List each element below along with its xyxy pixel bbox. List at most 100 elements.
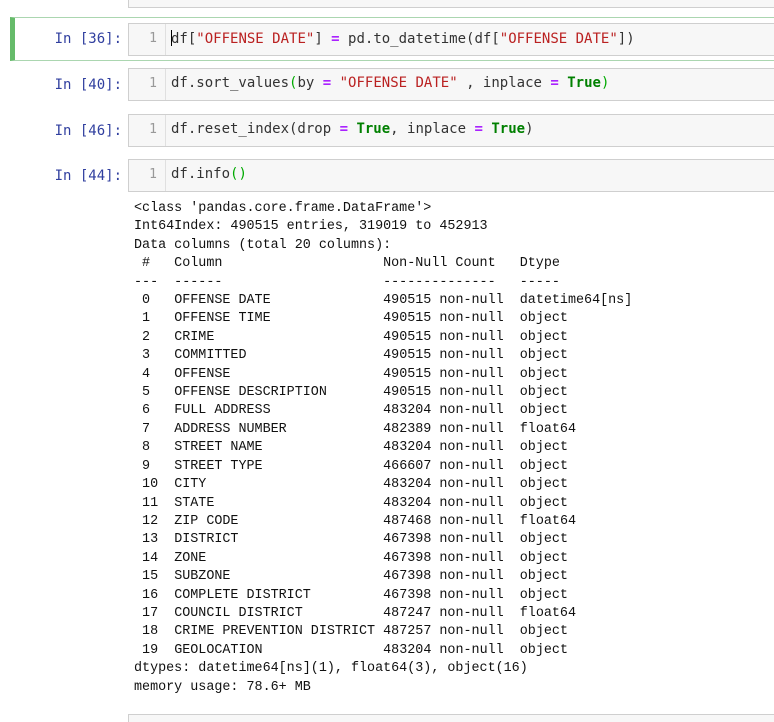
line-number: 1 [149,31,157,46]
column-name: FULL ADDRESS [174,403,271,419]
column-dtype: object [519,624,568,640]
column-name: STATE [174,495,215,511]
column-dtype: object [519,440,568,456]
column-index: 18 [134,624,175,640]
column-dtype: float64 [519,605,576,621]
code-cell-40[interactable]: In [40]: 1 df.sort_values(by = "OFFENSE … [10,64,774,110]
column-row: 8 STREET NAME 483204 non-null object [134,440,568,455]
line-number: 1 [149,167,157,182]
column-index: 9 [134,458,175,474]
column-index: 17 [134,605,175,621]
output-line: Int64Index: 490515 entries, 319019 to 45… [134,219,488,235]
output-line: dtypes: datetime64[ns](1), float64(3), o… [134,661,528,677]
column-dtype: object [519,403,568,419]
column-count: 483204 non-null [383,495,504,511]
output-line: Data columns (total 20 columns): [134,237,392,253]
column-count: 483204 non-null [383,477,504,493]
line-number: 1 [149,122,157,137]
column-count: 467398 non-null [383,532,504,548]
column-table-rows: 0 OFFENSE DATE 490515 non-null datetime6… [134,293,632,658]
column-count: 487468 non-null [383,513,504,529]
column-index: 5 [134,385,175,401]
column-name: CRIME [174,329,215,345]
column-count: 490515 non-null [383,293,504,309]
column-index: 2 [134,329,175,345]
column-index: 7 [134,421,175,437]
input-prompt: In [36]: [54,31,122,47]
code-cell-46[interactable]: In [46]: 1 df.reset_index(drop = True, i… [10,110,774,156]
column-row: 4 OFFENSE 490515 non-null object [134,367,568,382]
column-row: 13 DISTRICT 467398 non-null object [134,532,568,547]
code-text[interactable]: df["OFFENSE DATE"] = pd.to_datetime(df["… [171,30,635,47]
column-count: 466607 non-null [383,458,504,474]
column-count: 490515 non-null [383,348,504,364]
code-text[interactable]: df.reset_index(drop = True, inplace = Tr… [171,121,534,137]
code-editor[interactable]: 1 df.sort_values(by = "OFFENSE DATE" , i… [128,68,774,101]
column-dtype: object [519,329,568,345]
column-index: 12 [134,513,175,529]
code-cell-44[interactable]: In [44]: 1 df.info() [10,155,774,201]
code-editor[interactable]: 1 df.info() [128,159,774,192]
column-row: 11 STATE 483204 non-null object [134,496,568,511]
cell-output: <class 'pandas.core.frame.DataFrame'> In… [134,200,632,697]
column-name: STREET TYPE [174,458,263,474]
column-count: 483204 non-null [383,642,504,658]
column-count: 490515 non-null [383,366,504,382]
column-index: 19 [134,642,175,658]
line-number-gutter: 1 [129,69,166,100]
code-text[interactable]: df.sort_values(by = "OFFENSE DATE" , inp… [171,75,609,91]
next-cell-edge [128,714,774,722]
column-name: ZONE [174,550,207,566]
output-line: <class 'pandas.core.frame.DataFrame'> [134,201,432,216]
column-dtype: object [519,550,568,566]
column-name: CITY [174,477,207,493]
column-row: 3 COMMITTED 490515 non-null object [134,348,568,363]
column-row: 18 CRIME PREVENTION DISTRICT 487257 non-… [134,624,568,639]
code-editor[interactable]: 1 df["OFFENSE DATE"] = pd.to_datetime(df… [128,23,774,56]
column-dtype: object [519,587,568,603]
code-editor[interactable]: 1 df.reset_index(drop = True, inplace = … [128,114,774,147]
column-count: 487257 non-null [383,624,504,640]
column-dtype: object [519,385,568,401]
column-index: 15 [134,569,175,585]
column-dtype: datetime64[ns] [519,293,633,309]
column-index: 6 [134,403,175,419]
column-row: 14 ZONE 467398 non-null object [134,551,568,566]
column-index: 1 [134,311,175,327]
column-dtype: object [519,311,568,327]
column-dtype: object [519,458,568,474]
column-row: 7 ADDRESS NUMBER 482389 non-null float64 [134,422,576,437]
column-row: 2 CRIME 490515 non-null object [134,330,568,345]
column-name: OFFENSE DESCRIPTION [174,385,327,401]
input-prompt: In [40]: [54,77,122,93]
previous-cell-edge [128,0,774,8]
column-count: 490515 non-null [383,385,504,401]
column-count: 467398 non-null [383,550,504,566]
column-count: 483204 non-null [383,403,504,419]
code-cell-36[interactable]: In [36]: 1 df["OFFENSE DATE"] = pd.to_da… [10,17,774,61]
column-name: STREET NAME [174,440,263,456]
column-index: 13 [134,532,175,548]
column-index: 10 [134,477,175,493]
column-name: CRIME PREVENTION DISTRICT [174,624,376,640]
column-row: 5 OFFENSE DESCRIPTION 490515 non-null ob… [134,385,568,400]
column-row: 9 STREET TYPE 466607 non-null object [134,459,568,474]
column-row: 15 SUBZONE 467398 non-null object [134,569,568,584]
column-index: 0 [134,293,175,309]
column-row: 16 COMPLETE DISTRICT 467398 non-null obj… [134,588,568,603]
column-dtype: float64 [519,421,576,437]
line-number-gutter: 1 [129,24,166,55]
column-row: 1 OFFENSE TIME 490515 non-null object [134,311,568,326]
column-count: 490515 non-null [383,329,504,345]
column-row: 17 COUNCIL DISTRICT 487247 non-null floa… [134,606,576,621]
line-number-gutter: 1 [129,115,166,146]
column-count: 487247 non-null [383,605,504,621]
column-dtype: object [519,348,568,364]
column-row: 10 CITY 483204 non-null object [134,477,568,492]
code-text[interactable]: df.info() [171,166,247,182]
column-row: 19 GEOLOCATION 483204 non-null object [134,643,568,658]
column-count: 467398 non-null [383,569,504,585]
input-prompt: In [44]: [54,168,122,184]
column-index: 16 [134,587,175,603]
input-prompt: In [46]: [54,123,122,139]
